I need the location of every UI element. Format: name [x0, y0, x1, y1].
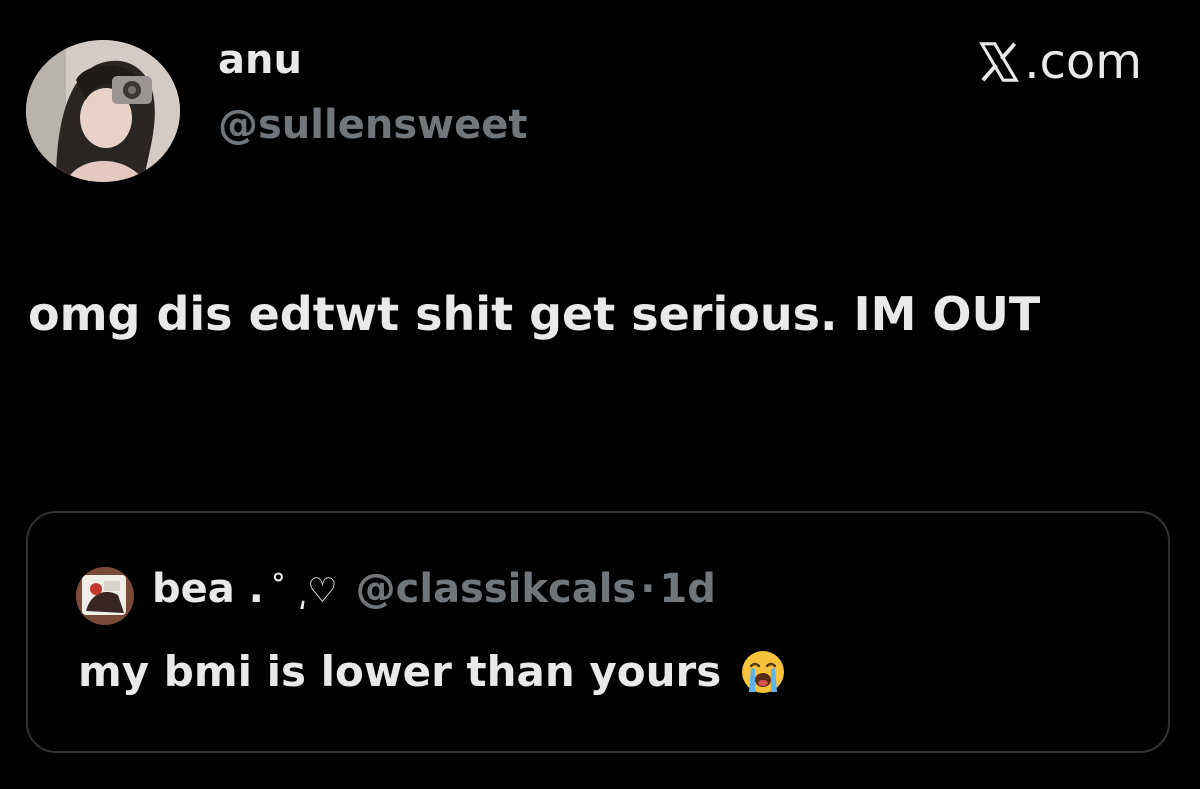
loudly-crying-face-icon	[742, 650, 785, 693]
quoted-timestamp[interactable]: 1d	[659, 565, 715, 613]
author-avatar[interactable]	[26, 40, 180, 182]
quoted-handle[interactable]: @classikcals	[356, 565, 637, 613]
quoted-separator: ·	[640, 566, 656, 612]
quoted-tweet-card[interactable]: bea . ˚ ͵♡ @classikcals · 1d my bmi is l…	[26, 511, 1170, 753]
quoted-avatar-photo-icon	[76, 567, 134, 625]
quoted-tweet-text-row: my bmi is lower than yours	[78, 647, 787, 696]
quoted-name-decoration: ˚ ͵♡	[269, 571, 338, 611]
tweet-card: anu @sullensweet .com omg dis edtwt shit…	[0, 0, 1200, 789]
avatar-photo-icon	[26, 40, 180, 182]
quoted-author-avatar[interactable]	[76, 567, 134, 625]
quoted-tweet-header: bea . ˚ ͵♡ @classikcals · 1d	[152, 565, 716, 613]
brand-text: .com	[1024, 34, 1142, 90]
brand-watermark: .com	[976, 36, 1142, 89]
tweet-text: omg dis edtwt shit get serious. IM OUT	[28, 287, 1041, 341]
quoted-display-name[interactable]: bea .	[152, 565, 264, 613]
author-handle[interactable]: @sullensweet	[218, 103, 527, 147]
quoted-tweet-text: my bmi is lower than yours	[78, 647, 722, 696]
author-display-name[interactable]: anu	[218, 38, 302, 82]
x-logo-icon	[979, 42, 1020, 83]
